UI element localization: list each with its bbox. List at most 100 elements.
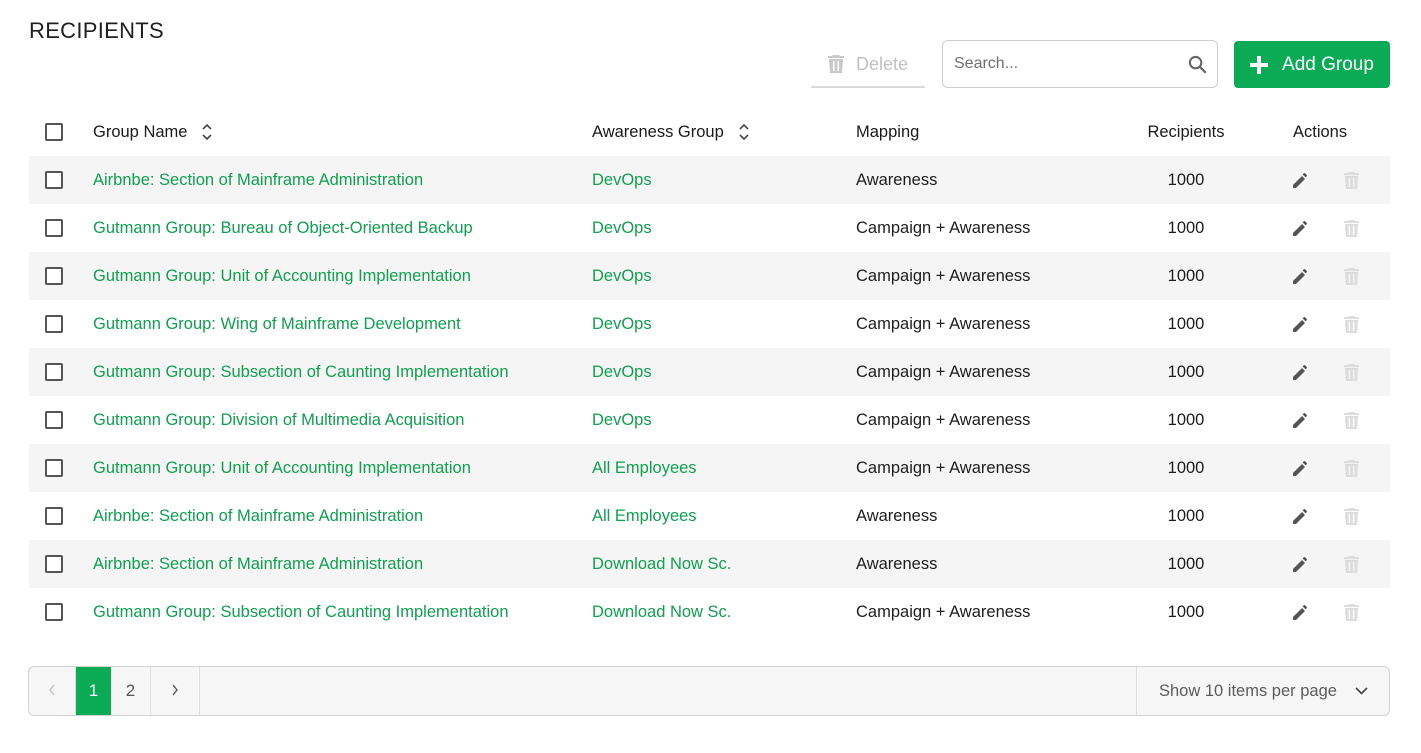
awareness-group-link[interactable]: All Employees	[592, 507, 697, 526]
chevron-down-icon	[1355, 687, 1368, 695]
chevron-left-icon	[48, 681, 56, 701]
row-checkbox[interactable]	[45, 363, 63, 381]
column-label: Mapping	[856, 122, 920, 141]
delete-button[interactable]: Delete	[811, 42, 925, 88]
recipients-table: Group Name Awareness Group Mapping Recip…	[29, 108, 1390, 636]
awareness-group-link[interactable]: All Employees	[592, 459, 697, 478]
pencil-icon[interactable]	[1291, 602, 1311, 622]
group-name-link[interactable]: Gutmann Group: Unit of Accounting Implem…	[93, 267, 471, 286]
pencil-icon[interactable]	[1291, 170, 1311, 190]
pagination: 1 2 Show 10 items per page	[28, 666, 1390, 716]
search-icon[interactable]	[1177, 55, 1217, 74]
row-checkbox[interactable]	[45, 267, 63, 285]
trash-icon[interactable]	[1341, 362, 1361, 382]
awareness-group-link[interactable]: Download Now Sc.	[592, 555, 731, 574]
recipients-count: 1000	[1167, 218, 1205, 237]
pencil-icon[interactable]	[1291, 218, 1311, 238]
column-header-group-name[interactable]: Group Name	[93, 108, 213, 156]
trash-icon[interactable]	[1341, 314, 1361, 334]
page-button-1[interactable]: 1	[76, 667, 111, 715]
recipients-count: 1000	[1167, 458, 1205, 477]
pencil-icon[interactable]	[1291, 362, 1311, 382]
mapping-value: Awareness	[856, 506, 938, 525]
chevron-right-icon	[171, 681, 179, 701]
group-name-link[interactable]: Airbnbe: Section of Mainframe Administra…	[93, 171, 423, 190]
awareness-group-link[interactable]: DevOps	[592, 363, 652, 382]
trash-icon[interactable]	[1341, 602, 1361, 622]
table-body: Airbnbe: Section of Mainframe Administra…	[29, 156, 1390, 636]
awareness-group-link[interactable]: Download Now Sc.	[592, 603, 731, 622]
next-page-button[interactable]	[151, 667, 200, 715]
pencil-icon[interactable]	[1291, 506, 1311, 526]
column-label: Actions	[1293, 122, 1348, 141]
search-input[interactable]	[943, 41, 1177, 87]
group-name-link[interactable]: Gutmann Group: Subsection of Caunting Im…	[93, 363, 509, 382]
plus-icon	[1250, 55, 1269, 74]
row-checkbox[interactable]	[45, 219, 63, 237]
trash-icon[interactable]	[1341, 218, 1361, 238]
row-checkbox[interactable]	[45, 555, 63, 573]
trash-icon[interactable]	[1341, 506, 1361, 526]
column-header-recipients: Recipients	[1126, 108, 1246, 156]
row-checkbox[interactable]	[45, 315, 63, 333]
trash-icon[interactable]	[1341, 266, 1361, 286]
table-row: Gutmann Group: Unit of Accounting Implem…	[29, 444, 1390, 492]
table-row: Airbnbe: Section of Mainframe Administra…	[29, 156, 1390, 204]
page-title: RECIPIENTS	[29, 18, 165, 43]
group-name-link[interactable]: Gutmann Group: Unit of Accounting Implem…	[93, 459, 471, 478]
pencil-icon[interactable]	[1291, 458, 1311, 478]
mapping-value: Campaign + Awareness	[856, 266, 1031, 285]
mapping-value: Awareness	[856, 170, 938, 189]
trash-icon[interactable]	[1341, 410, 1361, 430]
page-button-2[interactable]: 2	[111, 667, 151, 715]
table-row: Gutmann Group: Subsection of Caunting Im…	[29, 348, 1390, 396]
table-row: Gutmann Group: Wing of Mainframe Develop…	[29, 300, 1390, 348]
prev-page-button[interactable]	[29, 667, 76, 715]
pencil-icon[interactable]	[1291, 314, 1311, 334]
column-header-actions: Actions	[1293, 108, 1347, 156]
recipients-count: 1000	[1167, 506, 1205, 525]
trash-icon[interactable]	[1341, 458, 1361, 478]
mapping-value: Campaign + Awareness	[856, 458, 1031, 477]
awareness-group-link[interactable]: DevOps	[592, 171, 652, 190]
trash-icon[interactable]	[1341, 170, 1361, 190]
add-group-button[interactable]: Add Group	[1234, 41, 1390, 88]
column-header-awareness-group[interactable]: Awareness Group	[592, 108, 750, 156]
select-all-checkbox[interactable]	[45, 123, 63, 141]
search-box	[942, 40, 1218, 88]
mapping-value: Campaign + Awareness	[856, 602, 1031, 621]
row-checkbox[interactable]	[45, 507, 63, 525]
awareness-group-link[interactable]: DevOps	[592, 411, 652, 430]
group-name-link[interactable]: Gutmann Group: Bureau of Object-Oriented…	[93, 219, 473, 238]
group-name-link[interactable]: Gutmann Group: Subsection of Caunting Im…	[93, 603, 509, 622]
delete-label: Delete	[855, 53, 909, 74]
recipients-count: 1000	[1167, 266, 1205, 285]
row-checkbox[interactable]	[45, 171, 63, 189]
sort-icon[interactable]	[738, 122, 750, 142]
group-name-link[interactable]: Airbnbe: Section of Mainframe Administra…	[93, 507, 423, 526]
awareness-group-link[interactable]: DevOps	[592, 267, 652, 286]
mapping-value: Campaign + Awareness	[856, 218, 1031, 237]
recipients-count: 1000	[1167, 602, 1205, 621]
pencil-icon[interactable]	[1291, 554, 1311, 574]
trash-icon	[827, 55, 844, 73]
sort-icon[interactable]	[201, 122, 213, 142]
row-checkbox[interactable]	[45, 459, 63, 477]
group-name-link[interactable]: Airbnbe: Section of Mainframe Administra…	[93, 555, 423, 574]
awareness-group-link[interactable]: DevOps	[592, 219, 652, 238]
group-name-link[interactable]: Gutmann Group: Division of Multimedia Ac…	[93, 411, 464, 430]
trash-icon[interactable]	[1341, 554, 1361, 574]
mapping-value: Campaign + Awareness	[856, 410, 1031, 429]
awareness-group-link[interactable]: DevOps	[592, 315, 652, 334]
column-label: Group Name	[93, 122, 188, 141]
group-name-link[interactable]: Gutmann Group: Wing of Mainframe Develop…	[93, 315, 461, 334]
pencil-icon[interactable]	[1291, 266, 1311, 286]
table-row: Gutmann Group: Unit of Accounting Implem…	[29, 252, 1390, 300]
pencil-icon[interactable]	[1291, 410, 1311, 430]
column-label: Awareness Group	[592, 122, 724, 141]
recipients-count: 1000	[1167, 314, 1205, 333]
items-per-page-select[interactable]: Show 10 items per page	[1136, 667, 1389, 715]
row-checkbox[interactable]	[45, 411, 63, 429]
table-row: Gutmann Group: Bureau of Object-Oriented…	[29, 204, 1390, 252]
row-checkbox[interactable]	[45, 603, 63, 621]
